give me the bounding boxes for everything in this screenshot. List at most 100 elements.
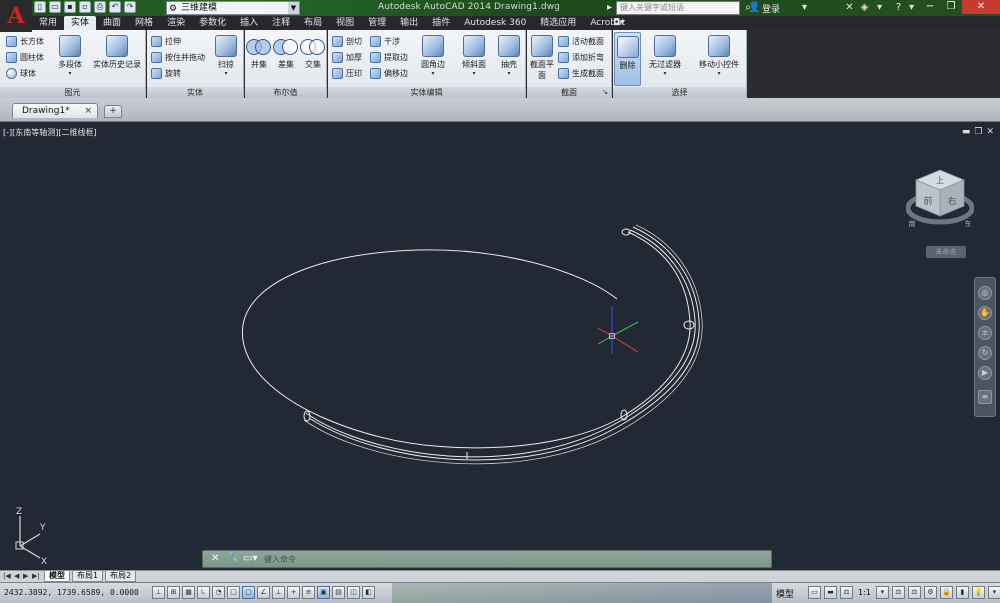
restore-button[interactable]: ❐ bbox=[941, 0, 961, 14]
login-button[interactable]: 登录 bbox=[762, 2, 780, 15]
extrude-button[interactable]: 拉伸 bbox=[151, 34, 181, 49]
chevron-down-icon[interactable]: ▾ bbox=[875, 586, 889, 599]
object-snap-icon[interactable]: □ bbox=[227, 586, 240, 599]
tab-8[interactable]: 布局 bbox=[297, 16, 329, 30]
snap-mode-icon[interactable]: ⊞ bbox=[167, 586, 180, 599]
polysolid-button[interactable]: 多段体 ▾ bbox=[52, 32, 88, 86]
tab-9[interactable]: 视图 bbox=[329, 16, 361, 30]
object-snap-tracking-icon[interactable]: ∠ bbox=[257, 586, 270, 599]
pan-icon[interactable]: ✋ bbox=[978, 306, 992, 320]
tab-1[interactable]: 实体 bbox=[64, 16, 97, 30]
offset-edges-button[interactable]: 偏移边 bbox=[370, 66, 408, 81]
interfere-button[interactable]: 干涉 bbox=[370, 34, 400, 49]
zoom-icon[interactable]: ± bbox=[978, 326, 992, 340]
last-layout-icon[interactable]: ▶| bbox=[32, 572, 40, 580]
isolate-objects-icon[interactable]: 💡 bbox=[971, 586, 985, 599]
recent-commands-icon[interactable]: ▭▾ bbox=[243, 553, 257, 565]
ucs-icon[interactable]: Z Y X bbox=[8, 506, 58, 566]
no-filter-button[interactable]: 无过滤器 ▾ bbox=[645, 32, 685, 86]
navbar-menu-icon[interactable]: ≡ bbox=[978, 390, 992, 404]
sweep-button[interactable]: 扫掠 ▾ bbox=[211, 32, 241, 86]
ribbon-options-icon[interactable]: ◘▾ bbox=[606, 16, 632, 30]
print-icon[interactable]: ⎙ bbox=[94, 1, 106, 13]
save-icon[interactable]: ▪ bbox=[64, 1, 76, 13]
viewport-restore-icon[interactable]: ❐ bbox=[974, 127, 982, 137]
panel-expand-icon[interactable]: ↘ bbox=[602, 87, 608, 98]
shell-button[interactable]: 抽壳 ▾ bbox=[494, 32, 524, 86]
solid-history-button[interactable]: 实体历史记录 bbox=[90, 32, 144, 86]
intersect-button[interactable]: 交集 bbox=[300, 32, 326, 86]
add-jog-button[interactable]: 添加折弯 bbox=[558, 50, 604, 65]
first-layout-icon[interactable]: |◀ bbox=[3, 572, 11, 580]
chevron-down-icon[interactable]: ▾ bbox=[798, 1, 811, 14]
slice-button[interactable]: 剖切 bbox=[332, 34, 362, 49]
tab-4[interactable]: 渲染 bbox=[160, 16, 192, 30]
viewport-close-icon[interactable]: ✕ bbox=[986, 127, 994, 137]
move-gizmo-button[interactable]: 移动小控件 ▾ bbox=[693, 32, 745, 86]
drawing-area[interactable]: [-][东南等轴测][二维线框] ▬ ❐ ✕ 上 前 右 南 东 未命名 ◎ ✋… bbox=[0, 122, 1000, 570]
live-section-button[interactable]: 活动截面 bbox=[558, 34, 604, 49]
3d-object-snap-icon[interactable]: ▢ bbox=[242, 586, 255, 599]
close-icon[interactable]: × bbox=[84, 104, 92, 118]
box-button[interactable]: 长方体 bbox=[6, 34, 44, 49]
section-plane-button[interactable]: 截面平面 bbox=[528, 32, 556, 86]
layout-tab-layout2[interactable]: 布局2 bbox=[105, 571, 137, 582]
layout-tab-model[interactable]: 模型 bbox=[44, 571, 70, 582]
tab-13[interactable]: Autodesk 360 bbox=[457, 16, 533, 30]
quick-view-drawings-icon[interactable]: ▬ bbox=[824, 586, 837, 599]
annotation-scale-icon[interactable]: ⚖ bbox=[840, 586, 853, 599]
chevron-down-icon[interactable]: ▾ bbox=[905, 1, 918, 14]
cylinder-button[interactable]: 圆柱体 bbox=[6, 50, 44, 65]
document-tab-drawing1[interactable]: Drawing1* × bbox=[12, 103, 98, 118]
taper-faces-button[interactable]: 倾斜面 ▾ bbox=[456, 32, 492, 86]
lineweight-icon[interactable]: ≡ bbox=[302, 586, 315, 599]
minimize-button[interactable]: − bbox=[920, 0, 940, 14]
tab-7[interactable]: 注释 bbox=[265, 16, 297, 30]
annotation-monitor-icon[interactable]: ◧ bbox=[362, 586, 375, 599]
union-button[interactable]: 并集 bbox=[246, 32, 272, 86]
coordinates-readout[interactable]: 2432.3892, 1739.6589, 0.0000 bbox=[4, 588, 139, 597]
undo-icon[interactable]: ↶ bbox=[109, 1, 121, 13]
quick-properties-icon[interactable]: ▤ bbox=[332, 586, 345, 599]
sphere-button[interactable]: 球体 bbox=[6, 66, 36, 81]
transparency-icon[interactable]: ▣ bbox=[317, 586, 330, 599]
help-icon[interactable]: ? bbox=[892, 1, 905, 14]
layout-tab-layout1[interactable]: 布局1 bbox=[72, 571, 104, 582]
tab-3[interactable]: 网格 bbox=[128, 16, 160, 30]
wrench-icon[interactable]: 🔧 bbox=[227, 553, 239, 565]
revolve-button[interactable]: 旋转 bbox=[151, 66, 181, 81]
lock-icon[interactable]: 🔒 bbox=[939, 586, 953, 599]
annotation-visibility-icon[interactable]: ⚖ bbox=[891, 586, 905, 599]
status-menu-icon[interactable]: ▾ bbox=[987, 586, 1000, 599]
wcs-menu[interactable]: 未命名 bbox=[926, 246, 966, 258]
generate-section-button[interactable]: 生成截面 bbox=[558, 66, 604, 81]
dynamic-input-icon[interactable]: + bbox=[287, 586, 300, 599]
chevron-down-icon[interactable]: ▾ bbox=[873, 1, 886, 14]
auto-scale-icon[interactable]: ⚖ bbox=[907, 586, 921, 599]
next-layout-icon[interactable]: ▶ bbox=[23, 572, 28, 580]
command-input[interactable]: 键入命令 bbox=[264, 554, 296, 565]
close-icon[interactable]: ✕ bbox=[211, 553, 219, 565]
viewcube[interactable]: 上 前 右 南 东 bbox=[906, 164, 974, 234]
showmotion-icon[interactable]: ▶ bbox=[978, 366, 992, 380]
user-icon[interactable]: 👤 bbox=[748, 1, 761, 14]
workspace-select[interactable]: ⚙ 三维建模 ▼ bbox=[166, 1, 300, 15]
ortho-mode-icon[interactable]: ∟ bbox=[197, 586, 210, 599]
hardware-acceleration-icon[interactable]: ▮ bbox=[955, 586, 969, 599]
selection-cycling-icon[interactable]: ◫ bbox=[347, 586, 360, 599]
new-file-icon[interactable]: ▯ bbox=[34, 1, 46, 13]
grid-display-icon[interactable]: ▦ bbox=[182, 586, 195, 599]
polar-tracking-icon[interactable]: ◔ bbox=[212, 586, 225, 599]
tab-6[interactable]: 插入 bbox=[233, 16, 265, 30]
viewport-controls-label[interactable]: [-][东南等轴测][二维线框] bbox=[3, 127, 97, 138]
tab-12[interactable]: 插件 bbox=[425, 16, 457, 30]
steering-wheel-icon[interactable]: ◎ bbox=[978, 286, 992, 300]
tab-0[interactable]: 常用 bbox=[32, 16, 64, 30]
new-document-tab-button[interactable]: + bbox=[104, 105, 122, 118]
tab-2[interactable]: 曲面 bbox=[96, 16, 128, 30]
search-input[interactable]: 键入关键字或短语 bbox=[616, 1, 740, 15]
tab-11[interactable]: 输出 bbox=[393, 16, 425, 30]
presspull-button[interactable]: 按住并拖动 bbox=[151, 50, 205, 65]
viewport-minimize-icon[interactable]: ▬ bbox=[962, 127, 971, 137]
open-file-icon[interactable]: ▭ bbox=[49, 1, 61, 13]
